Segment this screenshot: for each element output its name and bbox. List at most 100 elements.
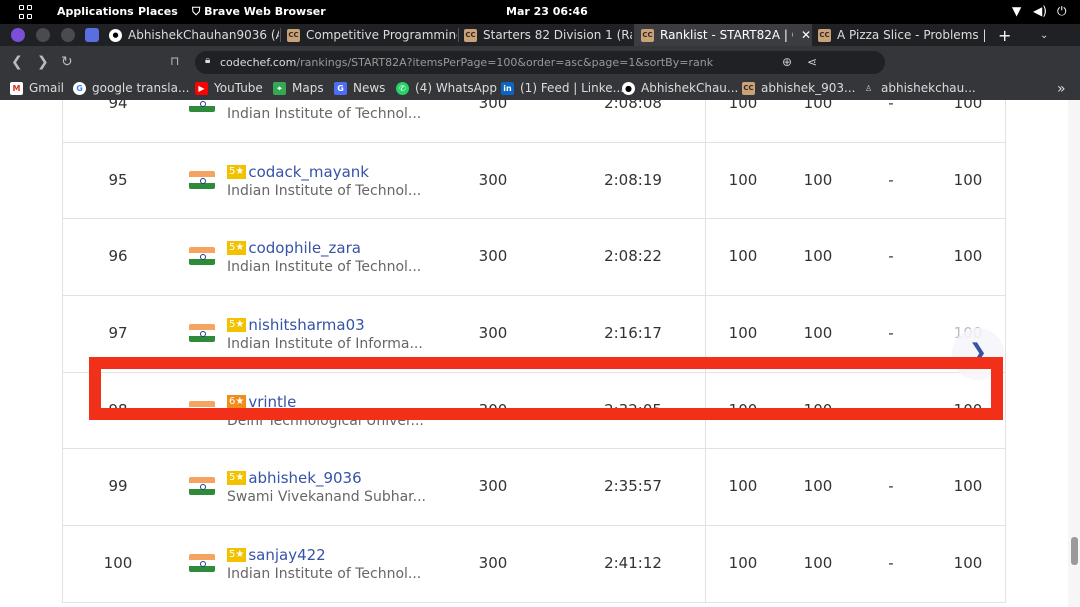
table-row: 96 5★ codophile_zara Indian Institute of…	[63, 219, 1005, 297]
app-grid-icon[interactable]	[19, 5, 33, 19]
tab-competitive-programming[interactable]: CC Competitive Programming	[287, 24, 457, 46]
applications-menu[interactable]: Applications	[57, 5, 134, 18]
table-row: 94 Indian Institute of Technol... 300 2:…	[63, 100, 1005, 143]
news-icon: G	[334, 81, 347, 95]
bookmark-youtube[interactable]: ▶ YouTube	[195, 81, 263, 95]
pinned-tab-icon[interactable]	[36, 28, 50, 42]
bookmark-gmail[interactable]: M Gmail	[10, 81, 64, 95]
bookmark-github-profile[interactable]: ● AbhishekChau...	[622, 81, 738, 95]
tab-ranklist[interactable]: CC Ranklist - START82A | Co ✕	[634, 24, 812, 46]
bookmark-user-profile[interactable]: ♙ abhishekchau...	[862, 81, 976, 95]
problem-score-cell: -	[888, 170, 894, 189]
username-link[interactable]: nishitsharma03	[248, 316, 364, 334]
codechef-icon: CC	[287, 28, 300, 42]
bookmark-google-translate[interactable]: G google transla...	[73, 81, 189, 95]
power-icon[interactable]: ⏻	[1057, 4, 1067, 19]
volume-icon[interactable]: ◀)	[1033, 4, 1047, 18]
browser-app-label: Brave Web Browser	[204, 5, 326, 18]
bookmark-linkedin[interactable]: in (1) Feed | Linke...	[501, 81, 624, 95]
problem-score-cell: 100	[953, 477, 983, 496]
maps-icon: ⌖	[273, 81, 286, 95]
bookmark-label: Gmail	[29, 81, 65, 95]
star-rating-badge: 5★	[227, 471, 247, 486]
pinned-tab-icon[interactable]	[11, 28, 25, 42]
places-menu[interactable]: Places	[138, 5, 178, 18]
zoom-icon[interactable]: ⊕	[782, 55, 792, 69]
bookmark-codechef-profile[interactable]: CC abhishek_903...	[742, 81, 855, 95]
problem-score-cell: 100	[803, 100, 833, 112]
bookmark-label: News	[353, 81, 386, 95]
tab-starters-82[interactable]: CC Starters 82 Division 1 (Rated	[464, 24, 632, 46]
page-scrollbar[interactable]	[1068, 100, 1080, 607]
total-score-cell: 300	[478, 324, 508, 343]
tab-pizza-slice[interactable]: CC A Pizza Slice - Problems | Co	[818, 24, 990, 46]
rank-cell: 100	[103, 554, 133, 573]
wifi-icon[interactable]: ▼	[1012, 4, 1021, 18]
star-rating-badge: 5★	[227, 164, 247, 179]
pinned-tab-icon[interactable]	[85, 28, 99, 42]
linkedin-icon: in	[501, 81, 514, 95]
total-score-cell: 300	[478, 100, 508, 112]
highlight-box	[89, 357, 1003, 420]
bookmarks-overflow-icon[interactable]: »	[1057, 81, 1066, 97]
bookmark-whatsapp[interactable]: ✆ (4) WhatsApp	[396, 81, 497, 95]
username-link[interactable]: sanjay422	[248, 546, 325, 564]
rank-cell: 94	[108, 100, 128, 112]
bookmarks-bar: M Gmail G google transla... ▶ YouTube ⌖ …	[0, 78, 1080, 100]
username-link[interactable]: codophile_zara	[248, 239, 361, 257]
clock[interactable]: Mar 23 06:46	[506, 5, 588, 18]
brave-icon: ⛉	[192, 5, 201, 18]
system-top-bar: Applications Places ⛉ Brave Web Browser …	[0, 0, 1080, 24]
close-tab-icon[interactable]: ✕	[801, 28, 811, 42]
codechef-icon: CC	[641, 28, 654, 42]
bookmark-label: (4) WhatsApp	[415, 81, 498, 95]
toolbar: ❮ ❯ ↻ ⊓ 🔒︎ codechef.com/rankings/START82…	[0, 46, 1080, 116]
penalty-time-cell: 2:08:22	[604, 247, 662, 266]
bookmark-label: abhishek_903...	[761, 81, 856, 95]
user-cell: 5★ codack_mayank	[227, 163, 369, 181]
forward-icon[interactable]: ❯	[37, 54, 49, 70]
problem-score-cell: 100	[803, 477, 833, 496]
address-bar[interactable]: 🔒︎ codechef.com/rankings/START82A?itemsP…	[195, 51, 885, 74]
bookmark-news[interactable]: G News	[334, 81, 385, 95]
browser-app-menu[interactable]: ⛉ Brave Web Browser	[192, 5, 326, 19]
share-icon[interactable]: ⋖	[807, 55, 817, 69]
github-icon: ●	[109, 28, 122, 42]
rank-cell: 95	[108, 170, 128, 189]
institution-label: Swami Vivekanand Subhar...	[227, 489, 426, 506]
whatsapp-icon: ✆	[396, 81, 409, 95]
tab-search-icon[interactable]: ⌄	[1040, 24, 1060, 46]
user-cell: 5★ nishitsharma03	[227, 316, 365, 334]
reload-icon[interactable]: ↻	[61, 54, 73, 70]
gmail-icon: M	[10, 81, 23, 95]
problem-score-cell: 100	[953, 170, 983, 189]
bookmark-label: AbhishekChau...	[641, 81, 739, 95]
rank-cell: 97	[108, 324, 128, 343]
tab-label: Competitive Programming	[306, 28, 457, 42]
new-tab-button[interactable]: +	[998, 24, 1018, 46]
bookmark-label: YouTube	[214, 81, 263, 95]
bookmark-page-icon[interactable]: ⊓	[170, 54, 179, 68]
username-link[interactable]: codack_mayank	[248, 163, 369, 181]
bookmark-maps[interactable]: ⌖ Maps	[273, 81, 324, 95]
problem-score-cell: -	[888, 100, 894, 112]
url-text: codechef.com/rankings/START82A?itemsPerP…	[220, 56, 714, 69]
back-icon[interactable]: ❮	[11, 54, 23, 70]
problem-score-cell: 100	[803, 247, 833, 266]
user-cell: 5★ sanjay422	[227, 546, 326, 564]
problem-score-cell: 100	[953, 100, 983, 112]
ranklist-page: 94 Indian Institute of Technol... 300 2:…	[0, 100, 1080, 607]
bookmark-label: google transla...	[92, 81, 190, 95]
tab-github[interactable]: ● AbhishekChauhan9036 (Ab	[109, 24, 279, 46]
scrollbar-thumb[interactable]	[1071, 537, 1078, 565]
problem-score-cell: 100	[803, 170, 833, 189]
problem-score-cell: -	[888, 477, 894, 496]
tab-strip: ● AbhishekChauhan9036 (Ab CC Competitive…	[0, 24, 1080, 46]
penalty-time-cell: 2:08:19	[604, 170, 662, 189]
total-score-cell: 300	[478, 477, 508, 496]
india-flag-icon	[189, 477, 215, 496]
username-link[interactable]: abhishek_9036	[248, 469, 361, 487]
pinned-tab-icon[interactable]	[61, 28, 75, 42]
problem-score-cell: -	[888, 324, 894, 343]
total-score-cell: 300	[478, 247, 508, 266]
